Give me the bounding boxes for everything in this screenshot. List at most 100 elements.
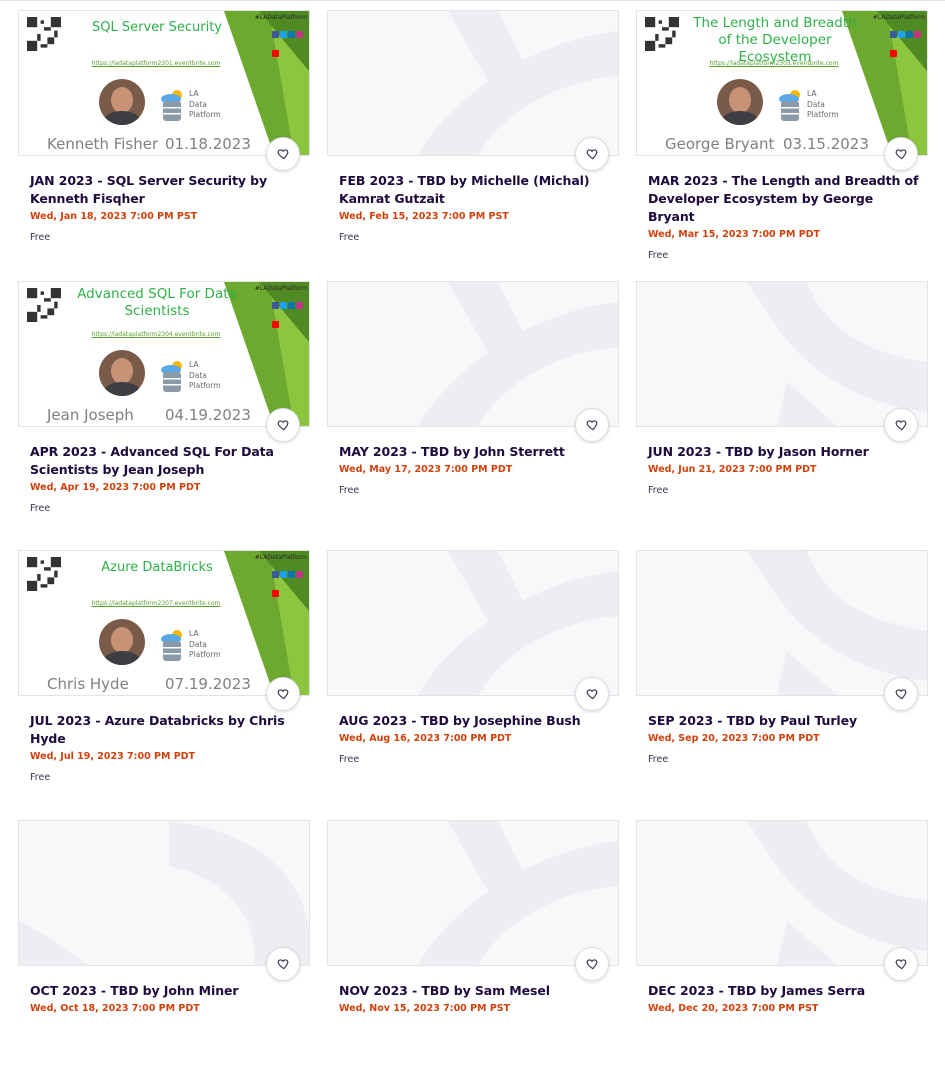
event-date: Wed, Nov 15, 2023 7:00 PM PST xyxy=(339,1003,511,1014)
event-title[interactable]: AUG 2023 - TBD by Josephine Bush xyxy=(339,712,611,730)
event-image[interactable] xyxy=(636,281,928,427)
heart-icon xyxy=(586,689,598,700)
event-card[interactable]: #LADataPlatform SQL Server Security https:… xyxy=(18,10,310,270)
event-card[interactable]: OCT 2023 - TBD by John Miner Wed, Oct 18,… xyxy=(18,820,310,1080)
placeholder-graphic xyxy=(747,821,927,965)
favorite-button[interactable] xyxy=(884,677,918,711)
banner-speaker-name: Chris Hyde xyxy=(47,675,129,693)
social-icons xyxy=(271,563,307,597)
social-icons xyxy=(889,23,925,57)
banner-speaker-name: Jean Joseph xyxy=(47,406,134,424)
event-banner: #LADataPlatform The Length and Breadth of… xyxy=(637,11,927,155)
banner-heading: Advanced SQL For Data Scientists xyxy=(77,286,237,319)
heart-icon xyxy=(277,689,289,700)
favorite-button[interactable] xyxy=(575,137,609,171)
banner-hashtag: #LADataPlatform xyxy=(254,14,307,21)
event-date: Wed, Jan 18, 2023 7:00 PM PST xyxy=(30,211,198,222)
heart-icon xyxy=(277,420,289,431)
event-title[interactable]: MAR 2023 - The Length and Breadth of Dev… xyxy=(648,172,920,226)
event-image[interactable] xyxy=(636,820,928,966)
event-card[interactable]: #LADataPlatform Advanced SQL For Data Sci… xyxy=(18,281,310,541)
banner-url: https://ladataplatform2303.eventbrite.co… xyxy=(709,60,839,67)
event-date: Wed, Mar 15, 2023 7:00 PM PDT xyxy=(648,229,821,240)
event-grid: #LADataPlatform SQL Server Security https:… xyxy=(0,0,945,1024)
event-title[interactable]: DEC 2023 - TBD by James Serra xyxy=(648,982,920,1000)
favorite-button[interactable] xyxy=(884,137,918,171)
event-card[interactable]: #LADataPlatform The Length and Breadth of… xyxy=(636,10,928,270)
banner-hashtag: #LADataPlatform xyxy=(254,285,307,292)
event-price: Free xyxy=(30,503,51,514)
heart-icon xyxy=(895,689,907,700)
event-card[interactable]: JUN 2023 - TBD by Jason Horner Wed, Jun 2… xyxy=(636,281,928,541)
speaker-photo xyxy=(717,79,763,125)
event-image[interactable]: #LADataPlatform SQL Server Security https:… xyxy=(18,10,310,156)
placeholder-graphic xyxy=(418,11,618,155)
ladp-logo: LA Data Platform xyxy=(159,360,221,400)
placeholder-graphic xyxy=(418,282,618,426)
event-title[interactable]: JUL 2023 - Azure Databricks by Chris Hyd… xyxy=(30,712,302,748)
favorite-button[interactable] xyxy=(884,947,918,981)
event-price: Free xyxy=(30,772,51,783)
event-date: Wed, Jul 19, 2023 7:00 PM PDT xyxy=(30,751,196,762)
favorite-button[interactable] xyxy=(266,408,300,442)
event-title[interactable]: APR 2023 - Advanced SQL For Data Scienti… xyxy=(30,443,302,479)
event-image[interactable]: #LADataPlatform Azure DataBricks https://l… xyxy=(18,550,310,696)
favorite-button[interactable] xyxy=(266,947,300,981)
event-card[interactable]: #LADataPlatform Azure DataBricks https://l… xyxy=(18,550,310,810)
qr-code-icon xyxy=(27,288,61,322)
heart-icon xyxy=(277,149,289,160)
event-title[interactable]: JAN 2023 - SQL Server Security by Kennet… xyxy=(30,172,302,208)
event-title[interactable]: OCT 2023 - TBD by John Miner xyxy=(30,982,302,1000)
heart-icon xyxy=(586,959,598,970)
event-card[interactable]: DEC 2023 - TBD by James Serra Wed, Dec 20… xyxy=(636,820,928,1080)
heart-icon xyxy=(277,959,289,970)
event-price: Free xyxy=(339,485,360,496)
event-image[interactable] xyxy=(18,820,310,966)
event-title[interactable]: FEB 2023 - TBD by Michelle (Michal) Kamr… xyxy=(339,172,611,208)
ladp-logo: LA Data Platform xyxy=(159,629,221,669)
event-price: Free xyxy=(30,232,51,243)
event-title[interactable]: JUN 2023 - TBD by Jason Horner xyxy=(648,443,920,461)
qr-code-icon xyxy=(27,17,61,51)
event-image[interactable] xyxy=(327,281,619,427)
heart-icon xyxy=(895,420,907,431)
event-card[interactable]: MAY 2023 - TBD by John Sterrett Wed, May … xyxy=(327,281,619,541)
event-card[interactable]: AUG 2023 - TBD by Josephine Bush Wed, Aug… xyxy=(327,550,619,810)
event-image[interactable]: #LADataPlatform The Length and Breadth of… xyxy=(636,10,928,156)
heart-icon xyxy=(895,149,907,160)
banner-heading: Azure DataBricks xyxy=(101,560,213,575)
event-date: Wed, Jun 21, 2023 7:00 PM PDT xyxy=(648,464,817,475)
favorite-button[interactable] xyxy=(266,137,300,171)
banner-speaker-name: Kenneth Fisher xyxy=(47,135,159,153)
event-date: Wed, Oct 18, 2023 7:00 PM PDT xyxy=(30,1003,200,1014)
banner-url: https://ladataplatform2301.eventbrite.co… xyxy=(91,60,221,67)
favorite-button[interactable] xyxy=(575,408,609,442)
event-date: Wed, Feb 15, 2023 7:00 PM PST xyxy=(339,211,509,222)
favorite-button[interactable] xyxy=(884,408,918,442)
heart-icon xyxy=(586,420,598,431)
event-date: Wed, Apr 19, 2023 7:00 PM PDT xyxy=(30,482,201,493)
event-price: Free xyxy=(648,485,669,496)
event-title[interactable]: MAY 2023 - TBD by John Sterrett xyxy=(339,443,611,461)
event-title[interactable]: SEP 2023 - TBD by Paul Turley xyxy=(648,712,920,730)
event-image[interactable] xyxy=(327,820,619,966)
banner-hashtag: #LADataPlatform xyxy=(872,14,925,21)
event-image[interactable] xyxy=(636,550,928,696)
favorite-button[interactable] xyxy=(575,677,609,711)
event-image[interactable] xyxy=(327,550,619,696)
ladp-logo: LA Data Platform xyxy=(159,89,221,129)
favorite-button[interactable] xyxy=(266,677,300,711)
event-image[interactable] xyxy=(327,10,619,156)
event-banner: #LADataPlatform Advanced SQL For Data Sci… xyxy=(19,282,309,426)
speaker-photo xyxy=(99,619,145,665)
event-card[interactable]: NOV 2023 - TBD by Sam Mesel Wed, Nov 15, … xyxy=(327,820,619,1080)
event-image[interactable]: #LADataPlatform Advanced SQL For Data Sci… xyxy=(18,281,310,427)
favorite-button[interactable] xyxy=(575,947,609,981)
banner-date: 01.18.2023 xyxy=(165,135,251,153)
event-price: Free xyxy=(648,754,669,765)
speaker-photo xyxy=(99,79,145,125)
event-card[interactable]: FEB 2023 - TBD by Michelle (Michal) Kamr… xyxy=(327,10,619,270)
event-card[interactable]: SEP 2023 - TBD by Paul Turley Wed, Sep 20… xyxy=(636,550,928,810)
event-title[interactable]: NOV 2023 - TBD by Sam Mesel xyxy=(339,982,611,1000)
placeholder-graphic xyxy=(19,821,309,965)
